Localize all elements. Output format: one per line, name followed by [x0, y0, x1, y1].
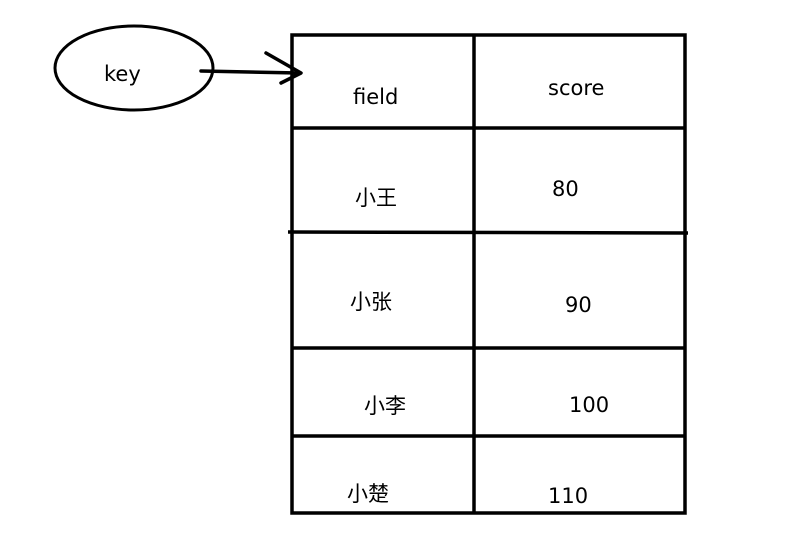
row-score: 80	[552, 177, 579, 201]
table-row: 小李 100	[364, 393, 609, 418]
header-score: score	[548, 76, 604, 100]
row-score: 110	[548, 484, 588, 508]
hash-diagram: key field score 小王 80 小张 90 小李 100 小楚 11…	[53, 24, 689, 515]
row-field: 小楚	[347, 482, 389, 506]
arrow	[199, 51, 303, 85]
table-row: 小王 80	[355, 177, 579, 210]
table-grid	[287, 33, 689, 515]
row-field: 小李	[364, 394, 406, 418]
row-score: 100	[569, 393, 609, 417]
key-label: key	[104, 62, 141, 86]
row-field: 小张	[350, 290, 392, 314]
row-score: 90	[565, 293, 592, 317]
table-row: 小楚 110	[347, 482, 588, 508]
row-field: 小王	[355, 186, 397, 210]
table-row: 小张 90	[350, 290, 592, 317]
header-field: field	[353, 85, 398, 109]
